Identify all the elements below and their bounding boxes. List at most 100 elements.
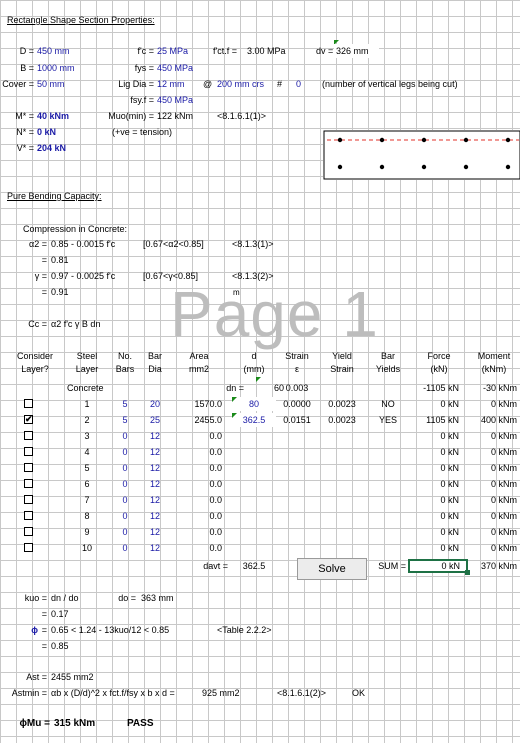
layer-force: 0 kN [440, 511, 459, 521]
layer-depth[interactable]: 80 [232, 398, 276, 410]
consider-layer-checkbox[interactable] [24, 399, 33, 408]
consider-layer-checkbox[interactable] [24, 447, 33, 456]
legs-hash: # [277, 79, 283, 89]
phi-ref: <Table 2.2.2> [217, 625, 272, 635]
moment-value[interactable]: 40 kNm [37, 110, 69, 122]
shear-label: V* = [16, 143, 34, 153]
layer-force: 1105 kN [426, 415, 459, 425]
layer-moment: 0 kNm [490, 495, 517, 505]
astmin-label: Astmin = [11, 688, 47, 698]
layer-moment: 0 kNm [490, 447, 517, 457]
layer-depth[interactable]: 362.5 [232, 414, 276, 426]
spacing-value[interactable]: 200 mm crs [217, 78, 264, 90]
bar-diameter[interactable]: 25 [140, 414, 170, 426]
breadth-value[interactable]: 1000 mm [37, 62, 75, 74]
layer-force: 0 kN [440, 495, 459, 505]
layer-force: 0 kN [440, 431, 459, 441]
bar-diameter[interactable]: 12 [140, 462, 170, 474]
bar-count[interactable]: 0 [106, 446, 144, 458]
yield-strain: 0.0023 [328, 399, 356, 409]
bar-count[interactable]: 5 [106, 414, 144, 426]
ast-value: 2455 mm2 [51, 672, 94, 682]
phimu-value: 315 kNm [54, 718, 96, 729]
consider-layer-checkbox[interactable]: ✔ [24, 415, 33, 424]
fys-label: fys = [134, 63, 154, 73]
bar-diameter[interactable]: 12 [140, 446, 170, 458]
bar-diameter[interactable]: 12 [140, 542, 170, 554]
cover-value[interactable]: 50 mm [37, 78, 65, 90]
axial-value[interactable]: 0 kN [37, 126, 56, 138]
bar-diameter[interactable]: 12 [140, 478, 170, 490]
layer-number: 6 [84, 479, 90, 489]
consider-layer-checkbox[interactable] [24, 527, 33, 536]
legs-value[interactable]: 0 [296, 78, 301, 90]
bar-diameter[interactable]: 12 [140, 526, 170, 538]
consider-layer-checkbox[interactable] [24, 511, 33, 520]
bar-diameter[interactable]: 12 [140, 510, 170, 522]
table-header-cell: Dia [148, 364, 162, 374]
kuo-value: 0.17 [51, 609, 69, 619]
gamma-value: 0.91 [51, 287, 69, 297]
muo-value: 122 kNm [157, 111, 194, 121]
layer-force: 0 kN [440, 479, 459, 489]
consider-layer-checkbox[interactable] [24, 431, 33, 440]
ast-label: Ast = [26, 672, 47, 682]
gamma-formula: 0.97 - 0.0025 f'c [51, 271, 116, 281]
muo-ref: <8.1.6.1(1)> [217, 111, 267, 121]
bar-area: 0.0 [209, 447, 222, 457]
yield-strain: 0.0023 [328, 415, 356, 425]
bar-diameter[interactable]: 20 [140, 398, 170, 410]
lig-dia-value[interactable]: 12 mm [157, 78, 185, 90]
table-header-cell: Bar [380, 351, 395, 361]
breadth-label: B = [20, 63, 34, 73]
bar-count[interactable]: 0 [106, 510, 144, 522]
consider-layer-checkbox[interactable] [24, 463, 33, 472]
table-header-cell: (kN) [430, 364, 448, 374]
layer-moment: 0 kNm [490, 463, 517, 473]
dn-label: dn = [226, 383, 244, 393]
kuo-eq: = [41, 609, 47, 619]
bar-diameter[interactable]: 12 [140, 494, 170, 506]
bar-count[interactable]: 5 [106, 398, 144, 410]
table-header-cell: Layer? [21, 364, 49, 374]
bar-count[interactable]: 0 [106, 526, 144, 538]
bar-count[interactable]: 0 [106, 430, 144, 442]
depth-value[interactable]: 450 mm [37, 45, 70, 57]
fctf-label: f'ct.f = [213, 46, 237, 56]
rebar-dot [421, 137, 427, 143]
alpha2-ref: <8.1.3(1)> [232, 239, 274, 249]
section-diagram [323, 130, 520, 180]
bar-count[interactable]: 0 [106, 542, 144, 554]
fsyf-label: fsy.f = [130, 95, 154, 105]
shear-value[interactable]: 204 kN [37, 142, 66, 154]
bar-area: 2455.0 [194, 415, 222, 425]
fys-value[interactable]: 450 MPa [157, 62, 193, 74]
kuo-formula: dn / do [51, 593, 79, 603]
concrete-label: Concrete [67, 383, 104, 393]
table-header-cell: ε [294, 364, 299, 374]
table-header-cell: Bars [115, 364, 135, 374]
layer-moment: 0 kNm [490, 399, 517, 409]
bar-count[interactable]: 0 [106, 494, 144, 506]
consider-layer-checkbox[interactable] [24, 479, 33, 488]
layer-force: 0 kN [440, 543, 459, 553]
solve-button[interactable]: Solve [297, 558, 367, 580]
layer-force: 0 kN [440, 463, 459, 473]
fc-value[interactable]: 25 MPa [157, 45, 188, 57]
bar-diameter[interactable]: 12 [140, 430, 170, 442]
alpha2-label: α2 = [29, 239, 47, 249]
gamma-eq: = [41, 287, 47, 297]
rebar-dot [379, 164, 385, 170]
rebar-dot [379, 137, 385, 143]
bar-count[interactable]: 0 [106, 478, 144, 490]
layer-number: 10 [81, 543, 92, 553]
result-status: PASS [127, 718, 154, 729]
fsyf-value[interactable]: 450 MPa [157, 94, 193, 106]
bar-area: 0.0 [209, 463, 222, 473]
rebar-dot [337, 137, 343, 143]
bar-count[interactable]: 0 [106, 462, 144, 474]
compression-heading: Compression in Concrete: [23, 224, 128, 234]
consider-layer-checkbox[interactable] [24, 495, 33, 504]
consider-layer-checkbox[interactable] [24, 543, 33, 552]
watermark-sup: m [233, 288, 240, 297]
